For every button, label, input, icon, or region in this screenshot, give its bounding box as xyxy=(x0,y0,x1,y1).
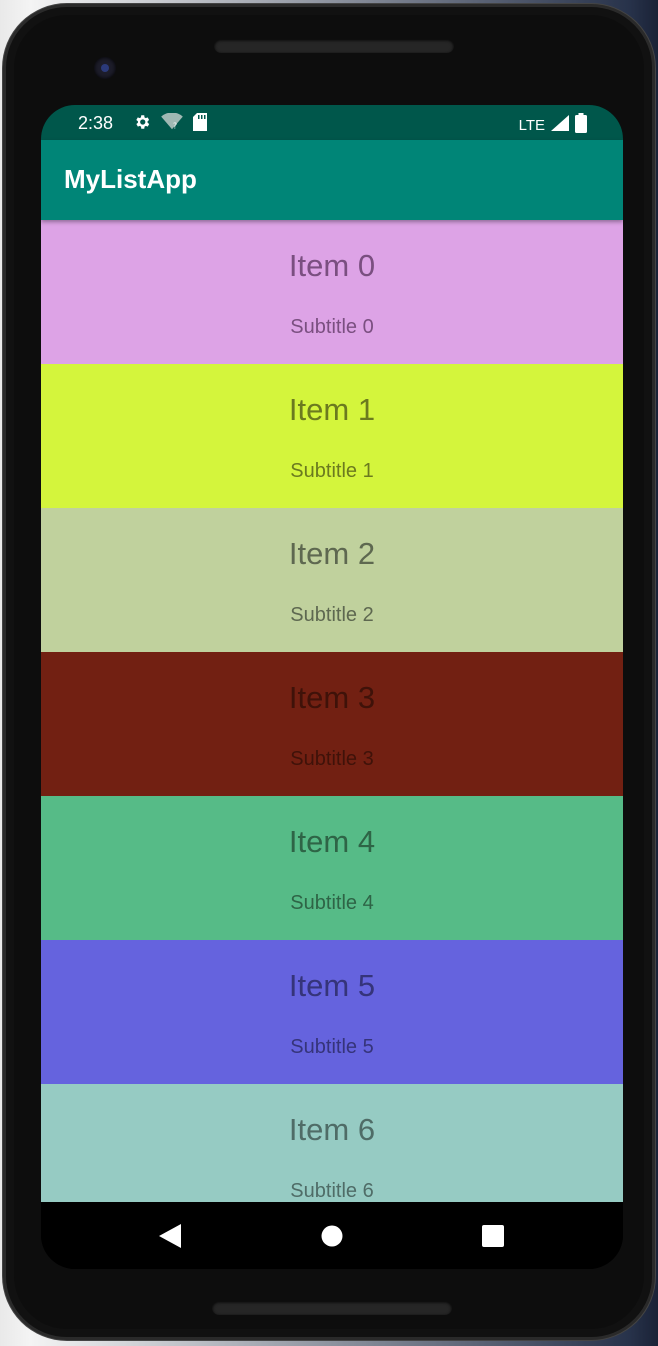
status-bar: 2:38 ? LTE xyxy=(41,105,623,140)
sd-card-icon xyxy=(193,113,207,136)
battery-icon xyxy=(575,113,587,138)
app-toolbar: MyListApp xyxy=(41,140,623,220)
settings-icon xyxy=(133,113,151,136)
signal-icon xyxy=(551,115,569,136)
list-item[interactable]: Item 1 Subtitle 1 xyxy=(41,364,623,508)
item-title: Item 6 xyxy=(288,1112,376,1147)
front-camera xyxy=(94,57,116,79)
item-title: Item 4 xyxy=(288,824,376,859)
item-title: Item 0 xyxy=(288,248,376,283)
list-item[interactable]: Item 2 Subtitle 2 xyxy=(41,508,623,652)
app-title: MyListApp xyxy=(64,164,197,194)
phone-frame: 2:38 ? LTE MyListApp Item 0 Subtitle 0 I… xyxy=(3,4,655,1340)
status-time: 2:38 xyxy=(78,113,114,133)
wifi-icon: ? xyxy=(161,112,183,136)
top-speaker xyxy=(214,39,454,53)
svg-text:?: ? xyxy=(173,120,177,130)
item-subtitle: Subtitle 4 xyxy=(290,892,374,914)
phone-screen: 2:38 ? LTE MyListApp Item 0 Subtitle 0 I… xyxy=(41,105,623,1269)
item-subtitle: Subtitle 5 xyxy=(290,1036,374,1058)
item-title: Item 3 xyxy=(288,680,376,715)
list-item[interactable]: Item 4 Subtitle 4 xyxy=(41,796,623,940)
recents-icon[interactable] xyxy=(482,1225,504,1251)
list-item[interactable]: Item 6 Subtitle 6 xyxy=(41,1084,623,1202)
item-subtitle: Subtitle 3 xyxy=(290,748,374,770)
list-item[interactable]: Item 0 Subtitle 0 xyxy=(41,220,623,364)
item-subtitle: Subtitle 2 xyxy=(290,604,374,626)
item-subtitle: Subtitle 0 xyxy=(290,316,374,338)
bottom-speaker xyxy=(212,1301,452,1315)
home-icon[interactable] xyxy=(321,1225,343,1251)
item-title: Item 2 xyxy=(288,536,376,571)
item-list[interactable]: Item 0 Subtitle 0 Item 1 Subtitle 1 Item 2 Su… xyxy=(41,220,623,1202)
list-item[interactable]: Item 3 Subtitle 3 xyxy=(41,652,623,796)
item-title: Item 5 xyxy=(288,968,376,1003)
network-type: LTE xyxy=(518,117,545,134)
navigation-bar xyxy=(41,1202,623,1269)
item-title: Item 1 xyxy=(288,392,376,427)
back-icon[interactable] xyxy=(159,1224,181,1252)
item-subtitle: Subtitle 6 xyxy=(290,1180,374,1202)
list-item[interactable]: Item 5 Subtitle 5 xyxy=(41,940,623,1084)
item-subtitle: Subtitle 1 xyxy=(290,460,374,482)
